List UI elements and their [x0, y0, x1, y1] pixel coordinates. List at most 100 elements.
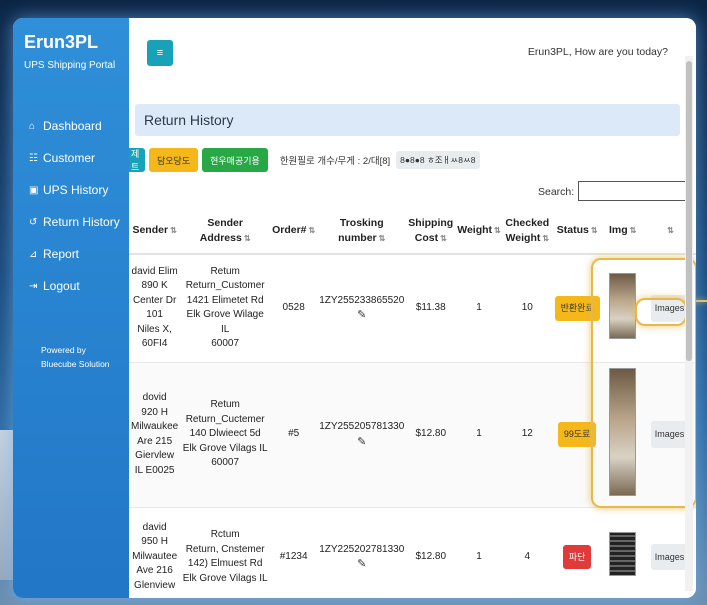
- col-header-tracking[interactable]: Trosking number ⇅: [317, 208, 407, 255]
- status-cell: 파단: [551, 507, 603, 598]
- col-header-checked-weight[interactable]: Checked Weight ⇅: [502, 208, 552, 255]
- logout-icon: ⇥: [29, 280, 38, 292]
- col-header-status[interactable]: Status ⇅: [551, 208, 603, 255]
- home-icon: ⌂: [29, 120, 36, 132]
- sort-icon: ⇅: [378, 233, 386, 243]
- sender-address-cell: Retum Return_Customer 1421 Elimetet Rd Elk …: [180, 254, 271, 363]
- sidebar-item-return-history[interactable]: ↺ Return History: [13, 206, 129, 238]
- return-icon: ↺: [29, 216, 38, 228]
- table-row: dovid 920 H Milwaukee Are 215 Giervlew IL E00…: [129, 362, 696, 508]
- search-label: Search:: [538, 186, 575, 198]
- col-header-img[interactable]: Img ⇅: [602, 208, 643, 255]
- summary-badge: 8●8●8 ㅎ조ㅐㅆ8ㅆ8: [396, 151, 480, 169]
- order-cell: #5: [270, 362, 318, 508]
- sender-address-cell: Rctum Return, Cnstemer 142) Elmuest Rd Elk …: [180, 507, 271, 598]
- sidebar-item-label: Dashboard: [43, 119, 102, 133]
- brand-logo: Erun3PL: [24, 32, 99, 52]
- sidebar-item-report[interactable]: ⊿ Report: [13, 238, 129, 270]
- weight-cell: 1: [455, 507, 503, 598]
- sort-icon: ⇅: [667, 226, 674, 235]
- sort-icon: ⇅: [542, 233, 550, 243]
- sort-icon: ⇅: [494, 226, 501, 235]
- shipping-cost-cell: $12.80: [406, 362, 456, 508]
- sort-icon: ⇅: [590, 226, 598, 235]
- package-thumbnail[interactable]: [609, 367, 637, 496]
- status-cell: 99도료: [551, 362, 603, 508]
- weight-cell: 1: [455, 254, 503, 363]
- weight-cell: 1: [455, 362, 503, 508]
- sort-icon: ⇅: [629, 226, 637, 235]
- page-title: Return History: [135, 104, 680, 136]
- edit-icon[interactable]: ✎: [319, 308, 404, 323]
- shipping-cost-cell: $11.38: [406, 254, 456, 363]
- teal-action-button[interactable]: 제트: [129, 148, 145, 172]
- main-content: ≡ Erun3PL, How are you today? Return His…: [129, 18, 696, 598]
- sort-icon: ⇅: [243, 233, 251, 243]
- img-cell: [602, 362, 643, 508]
- sidebar-item-dashboard[interactable]: ⌂ Dashboard: [13, 110, 129, 142]
- col-header-shipping-cost[interactable]: Shipping Cost ⇅: [406, 208, 456, 255]
- sidebar-nav: ⌂ Dashboard ☷ Customer ▣ UPS History ↺ R…: [13, 110, 129, 302]
- sidebar-item-logout[interactable]: ⇥ Logout: [13, 270, 129, 302]
- sender-address-cell: Retum Return_Cuctemer 140 Dlwieect 5d Elk G…: [180, 362, 271, 508]
- search-input[interactable]: [578, 181, 692, 201]
- powered-by: Powered by Bluecube Solution: [41, 343, 110, 371]
- col-header-weight[interactable]: Weight ⇅: [455, 208, 503, 255]
- status-badge: 반환완료: [554, 296, 600, 321]
- scrollbar-thumb[interactable]: [686, 61, 692, 361]
- topbar: ≡ Erun3PL, How are you today?: [129, 18, 696, 88]
- package-thumbnail[interactable]: [609, 272, 637, 339]
- status-cell: 반환완료: [551, 254, 603, 363]
- status-badge: 파단: [562, 544, 592, 570]
- order-cell: #1234: [270, 507, 318, 598]
- sidebar-item-label: Logout: [43, 279, 80, 293]
- col-header-sender-address[interactable]: Sender Address ⇅: [180, 208, 271, 255]
- yellow-action-button[interactable]: 담오당도: [149, 148, 199, 172]
- app-window: Erun3PL UPS Shipping Portal ⌂ Dashboard …: [13, 18, 696, 598]
- checked-weight-cell: 10: [502, 254, 552, 363]
- scrollbar[interactable]: [685, 56, 693, 591]
- tracking-number: 1ZY225202781330: [319, 543, 405, 555]
- sidebar-item-customer[interactable]: ☷ Customer: [13, 142, 129, 174]
- powered-line-2: Bluecube Solution: [41, 359, 110, 369]
- page-title-text: Return History: [144, 112, 234, 128]
- action-bar: 제트 담오당도 현우매공기용 한원필로 개수/무게 : 2/대[8] 8●8●8…: [129, 148, 480, 172]
- status-badge: 99도료: [557, 422, 597, 447]
- chart-icon: ⊿: [29, 248, 38, 260]
- checked-weight-cell: 12: [502, 362, 552, 508]
- sort-icon: ⇅: [170, 226, 177, 235]
- table-row: david Elim 890 K Center Dr 101 Niles X, 60FI4…: [129, 254, 696, 363]
- shipping-cost-cell: $12.80: [406, 507, 456, 598]
- return-history-table: Sender ⇅ Sender Address ⇅ Order# ⇅ Trosking…: [129, 208, 696, 598]
- table-row: david 950 H Milwautee Ave 216 Glenview Rctum…: [129, 507, 696, 598]
- green-action-button[interactable]: 현우매공기용: [202, 148, 268, 172]
- table-header-row: Sender ⇅ Sender Address ⇅ Order# ⇅ Trosking…: [129, 208, 696, 255]
- col-header-sender[interactable]: Sender ⇅: [129, 208, 181, 255]
- sidebar-item-label: Report: [43, 247, 80, 261]
- sidebar-item-ups-history[interactable]: ▣ UPS History: [13, 174, 129, 206]
- tracking-cell: 1ZY225202781330 ✎: [317, 507, 407, 598]
- user-greeting: Erun3PL, How are you today?: [527, 46, 668, 58]
- edit-icon[interactable]: ✎: [319, 435, 404, 450]
- sort-icon: ⇅: [308, 226, 316, 235]
- sidebar: Erun3PL UPS Shipping Portal ⌂ Dashboard …: [13, 18, 129, 598]
- img-cell: [602, 507, 643, 598]
- hamburger-icon: ≡: [156, 47, 164, 59]
- menu-toggle-button[interactable]: ≡: [147, 40, 173, 66]
- users-icon: ☷: [29, 152, 38, 164]
- order-cell: 0528: [270, 254, 318, 363]
- powered-line-1: Powered by: [41, 345, 86, 355]
- img-cell: [602, 254, 643, 363]
- sender-cell: david Elim 890 K Center Dr 101 Niles X, 60FI4: [129, 254, 181, 363]
- package-thumbnail[interactable]: [609, 532, 637, 577]
- tracking-number: 1ZY255205781330: [319, 421, 405, 432]
- images-button[interactable]: Images: [650, 543, 689, 571]
- sort-icon: ⇅: [440, 233, 447, 243]
- col-header-order[interactable]: Order# ⇅: [270, 208, 318, 255]
- images-button[interactable]: Images: [650, 295, 689, 322]
- weight-summary: 한원필로 개수/무게 : 2/대[8]: [279, 156, 391, 167]
- edit-icon[interactable]: ✎: [319, 557, 404, 572]
- tracking-cell: 1ZY255233865520 ✎: [317, 254, 407, 363]
- images-button[interactable]: Images: [650, 421, 689, 448]
- box-icon: ▣: [29, 184, 39, 196]
